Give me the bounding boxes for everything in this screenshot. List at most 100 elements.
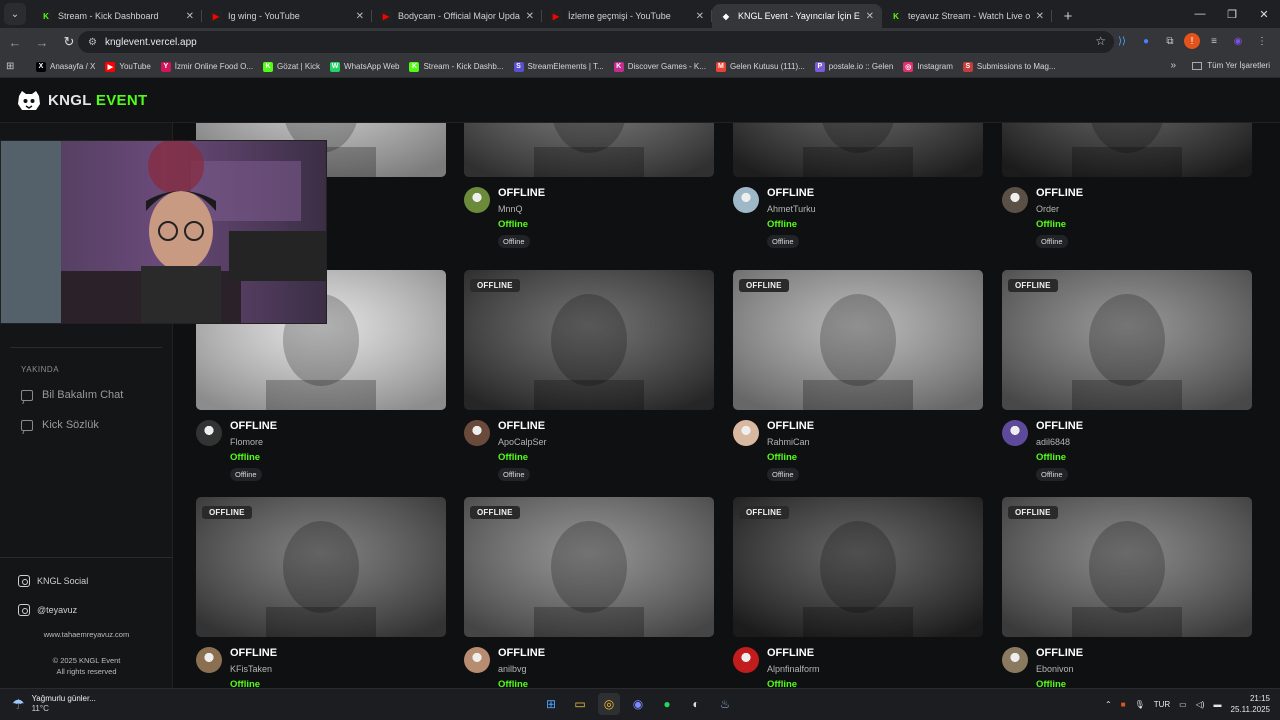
browser-tab[interactable]: ◆ KNGL Event - Yayıncılar İçin Etk ✕: [712, 4, 882, 28]
bookmark-item[interactable]: K Gözat | Kick: [263, 61, 320, 72]
streamer-card[interactable]: OFFLINE OFFLINE Alpnfinalform Offline Of…: [733, 497, 983, 688]
volume-icon[interactable]: ◁): [1196, 700, 1205, 709]
browser-tab[interactable]: Kteyavuz Stream - Watch Live on ✕: [882, 4, 1052, 28]
bookmark-item[interactable]: K Discover Games - K...: [613, 61, 706, 72]
streamer-avatar[interactable]: [1002, 420, 1028, 446]
browser-tab[interactable]: K Stream - Kick Dashboard ✕: [32, 4, 202, 28]
stream-thumbnail[interactable]: OFFLINE: [464, 270, 714, 410]
social-link-teyavuz[interactable]: @teyavuz: [18, 604, 77, 616]
streamer-avatar[interactable]: [733, 420, 759, 446]
extension-icon[interactable]: ⟩⟩: [1112, 30, 1132, 52]
sidebar-item-kick-sozluk[interactable]: Kick Sözlük: [21, 419, 99, 431]
streamer-card[interactable]: OFFLINE Order Offline Offline: [1002, 123, 1252, 252]
bear-logo-icon[interactable]: [16, 90, 42, 112]
tab-close-icon[interactable]: ✕: [356, 11, 364, 22]
streamer-name[interactable]: ApoCalpSer: [498, 437, 547, 447]
streamer-avatar[interactable]: [733, 187, 759, 213]
stream-thumbnail[interactable]: OFFLINE: [733, 497, 983, 637]
app-icon[interactable]: ◐: [685, 693, 707, 715]
microphone-icon[interactable]: 🎙: [1135, 700, 1145, 709]
site-info-icon[interactable]: ⚙: [88, 37, 97, 48]
streamer-avatar[interactable]: [733, 647, 759, 673]
social-link-kngl[interactable]: KNGL Social: [18, 575, 88, 587]
bookmark-item[interactable]: ▶ YouTube: [105, 61, 151, 72]
streamer-avatar[interactable]: [1002, 187, 1028, 213]
spotify-icon[interactable]: ●: [656, 693, 678, 715]
streamer-name[interactable]: Order: [1036, 204, 1059, 214]
stream-thumbnail[interactable]: OFFLINE: [733, 270, 983, 410]
streamer-card[interactable]: OFFLINE AhmetTurku Offline Offline: [733, 123, 983, 252]
stream-thumbnail[interactable]: OFFLINE: [464, 497, 714, 637]
windows-start-icon[interactable]: ⊞: [540, 693, 562, 715]
address-bar[interactable]: ⚙ knglevent.vercel.app ☆: [78, 31, 1114, 53]
website-link[interactable]: www.tahaemreyavuz.com: [0, 629, 173, 640]
stream-thumbnail[interactable]: OFFLINE: [1002, 270, 1252, 410]
stream-thumbnail[interactable]: [733, 123, 983, 177]
menu-kebab-icon[interactable]: ⋮: [1252, 30, 1272, 52]
bookmark-star-icon[interactable]: ☆: [1095, 34, 1106, 48]
stream-thumbnail[interactable]: OFFLINE: [1002, 497, 1252, 637]
steam-icon[interactable]: ♨: [714, 693, 736, 715]
browser-tab[interactable]: ▶ Bodycam - Official Major Upda ✕: [372, 4, 542, 28]
minimize-icon[interactable]: —: [1184, 0, 1216, 28]
bookmark-item[interactable]: W WhatsApp Web: [330, 61, 399, 72]
bookmark-item[interactable]: M Gelen Kutusu (111)...: [715, 61, 805, 72]
forward-icon[interactable]: →: [30, 30, 54, 54]
sidebar-item-bil-bakalim-chat[interactable]: Bil Bakalım Chat: [21, 389, 123, 401]
browser-tab[interactable]: ▶ İzleme geçmişi - YouTube ✕: [542, 4, 712, 28]
tab-close-icon[interactable]: ✕: [1036, 11, 1044, 22]
streamer-name[interactable]: RahmiCan: [767, 437, 810, 447]
streamer-card[interactable]: OFFLINE OFFLINE RahmiCan Offline Offline: [733, 270, 983, 485]
close-window-icon[interactable]: ✕: [1248, 0, 1280, 28]
discord-icon[interactable]: ◉: [627, 693, 649, 715]
streamer-avatar[interactable]: [196, 420, 222, 446]
streamer-avatar[interactable]: [464, 647, 490, 673]
tab-close-icon[interactable]: ✕: [186, 11, 194, 22]
chrome-icon[interactable]: ◎: [598, 693, 620, 715]
back-icon[interactable]: ←: [3, 30, 27, 54]
tab-close-icon[interactable]: ✕: [696, 11, 704, 22]
streamer-card[interactable]: OFFLINE OFFLINE adil6848 Offline Offline: [1002, 270, 1252, 485]
bookmark-item[interactable]: X Anasayfa / X: [36, 61, 95, 72]
apps-grid-icon[interactable]: ⊞: [6, 61, 26, 72]
streamer-name[interactable]: Alpnfinalform: [767, 664, 820, 674]
streamer-avatar[interactable]: [196, 647, 222, 673]
stream-thumbnail[interactable]: OFFLINE: [196, 497, 446, 637]
tab-close-icon[interactable]: ✕: [526, 11, 534, 22]
streamer-card[interactable]: OFFLINE OFFLINE Ebonivon Offline Offline: [1002, 497, 1252, 688]
network-icon[interactable]: ▭: [1179, 700, 1187, 709]
bookmark-item[interactable]: S Submissions to Mag...: [962, 61, 1056, 72]
streamer-card[interactable]: OFFLINE OFFLINE anilbvg Offline Offline: [464, 497, 714, 688]
streamer-avatar[interactable]: [464, 420, 490, 446]
tab-close-icon[interactable]: ✕: [866, 11, 874, 22]
streamer-avatar[interactable]: [1002, 647, 1028, 673]
file-explorer-icon[interactable]: ▭: [569, 693, 591, 715]
streamer-name[interactable]: adil6848: [1036, 437, 1070, 447]
streamer-avatar[interactable]: [464, 187, 490, 213]
stream-thumbnail[interactable]: [464, 123, 714, 177]
battery-icon[interactable]: ▬: [1214, 700, 1222, 709]
bookmarks-overflow-icon[interactable]: »: [1170, 60, 1176, 71]
tray-overflow-icon[interactable]: ⌃: [1105, 700, 1112, 709]
bookmark-item[interactable]: K Stream - Kick Dashb...: [409, 61, 504, 72]
streamer-card[interactable]: OFFLINE OFFLINE KFisTaken Offline Offlin…: [196, 497, 446, 688]
extensions-puzzle-icon[interactable]: ⧉: [1160, 30, 1180, 52]
streamer-name[interactable]: Ebonivon: [1036, 664, 1074, 674]
extension-icon[interactable]: !: [1184, 33, 1200, 49]
profile-avatar-icon[interactable]: ◉: [1228, 30, 1248, 52]
new-tab-button[interactable]: +: [1056, 4, 1080, 28]
extension-icon[interactable]: ●: [1136, 30, 1156, 52]
streamer-card[interactable]: OFFLINE OFFLINE ApoCalpSer Offline Offli…: [464, 270, 714, 485]
streamer-name[interactable]: MnnQ: [498, 204, 523, 214]
all-bookmarks-button[interactable]: Tüm Yer İşaretleri: [1192, 61, 1270, 70]
site-logo[interactable]: KNGL EVENT: [48, 92, 147, 109]
restore-icon[interactable]: ❐: [1216, 0, 1248, 28]
browser-tab[interactable]: ▶ Ig wing - YouTube ✕: [202, 4, 372, 28]
clock[interactable]: 21:15 25.11.2025: [1231, 693, 1270, 715]
streamer-name[interactable]: KFisTaken: [230, 664, 272, 674]
language-indicator[interactable]: TUR: [1154, 700, 1170, 709]
streamer-card[interactable]: OFFLINE MnnQ Offline Offline: [464, 123, 714, 252]
streamer-name[interactable]: anilbvg: [498, 664, 527, 674]
weather-widget[interactable]: ☂ Yağmurlu günler... 11°C: [12, 694, 96, 714]
bookmark-item[interactable]: Y İzmir Online Food O...: [160, 61, 253, 72]
